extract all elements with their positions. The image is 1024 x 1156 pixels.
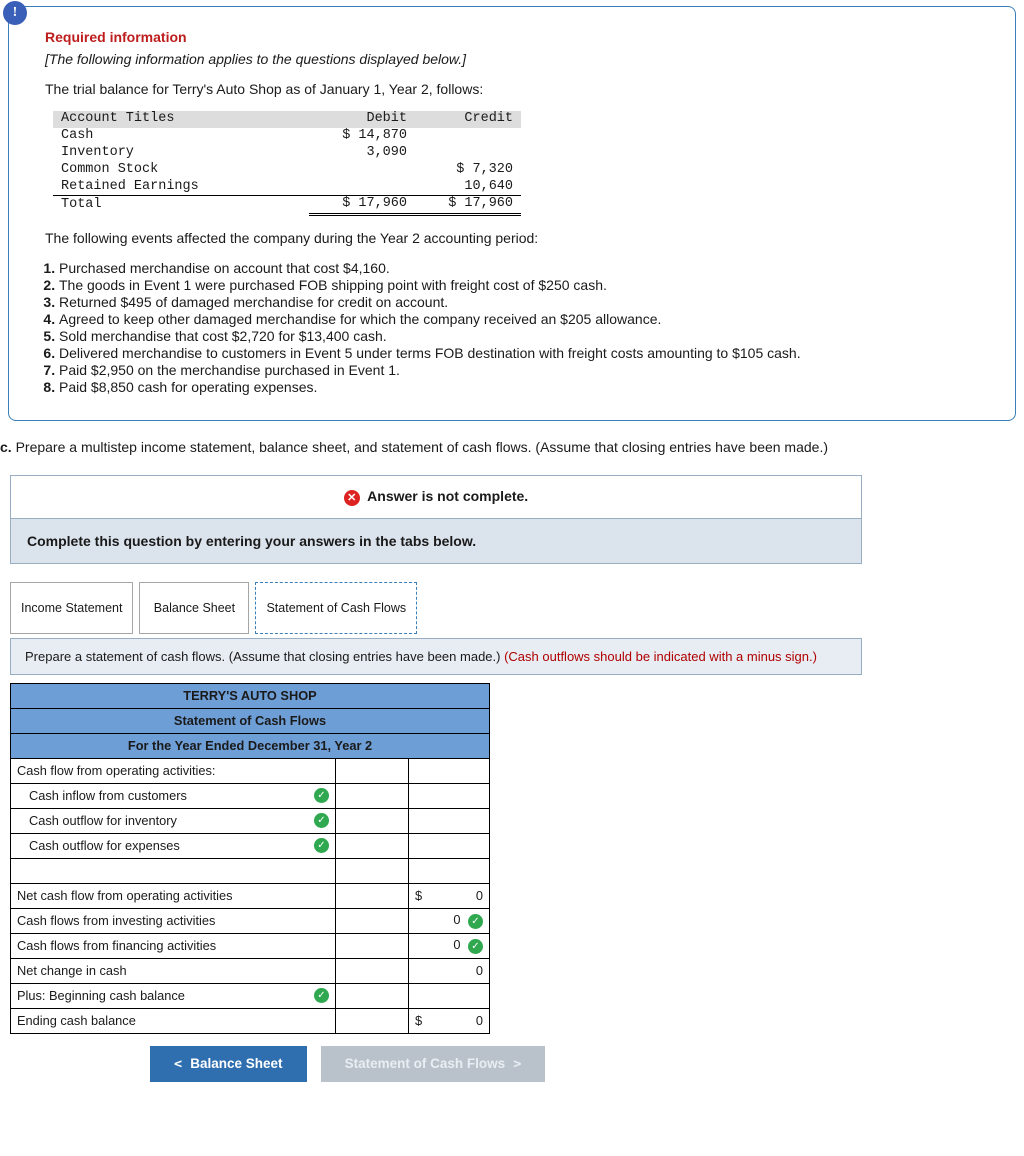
cell-empty[interactable] bbox=[336, 758, 409, 783]
cash-flows-table: TERRY'S AUTO SHOP Statement of Cash Flow… bbox=[10, 683, 490, 1034]
row-op-activities: Cash flow from operating activities: bbox=[11, 758, 336, 783]
tb-head-credit: Credit bbox=[415, 111, 521, 128]
cell-empty[interactable] bbox=[409, 758, 490, 783]
cell-empty[interactable] bbox=[336, 883, 409, 908]
tb-acct: Retained Earnings bbox=[53, 179, 309, 196]
event-item: The goods in Event 1 were purchased FOB … bbox=[59, 277, 979, 293]
tb-credit: $ 7,320 bbox=[415, 162, 521, 179]
cell-empty[interactable] bbox=[336, 958, 409, 983]
cell-input[interactable] bbox=[336, 808, 409, 833]
row-investing: Cash flows from investing activities bbox=[11, 908, 336, 933]
stmt-subtitle: Statement of Cash Flows bbox=[11, 708, 490, 733]
trial-balance-table: Account Titles Debit Credit Cash$ 14,870… bbox=[53, 111, 521, 216]
tab-income-statement[interactable]: Income Statement bbox=[10, 582, 133, 634]
tb-head-debit: Debit bbox=[309, 111, 415, 128]
tb-total-credit: $ 17,960 bbox=[415, 196, 521, 215]
check-icon: ✓ bbox=[314, 788, 329, 803]
row-net-op-cash: Net cash flow from operating activities bbox=[11, 883, 336, 908]
event-item: Agreed to keep other damaged merchandise… bbox=[59, 311, 979, 327]
required-heading: Required information bbox=[45, 29, 979, 45]
cell-input[interactable] bbox=[409, 983, 490, 1008]
check-icon: ✓ bbox=[468, 914, 483, 929]
cell-empty[interactable] bbox=[409, 833, 490, 858]
required-info-card: ! Required information [The following in… bbox=[8, 6, 1016, 421]
check-icon: ✓ bbox=[314, 838, 329, 853]
event-item: Paid $2,950 on the merchandise purchased… bbox=[59, 362, 979, 378]
row-blank[interactable] bbox=[11, 858, 336, 883]
tb-debit bbox=[309, 162, 415, 179]
cell-empty[interactable] bbox=[336, 933, 409, 958]
tab-statement-of-cash-flows[interactable]: Statement of Cash Flows bbox=[255, 582, 417, 634]
cell-total[interactable]: 0 ✓ bbox=[409, 933, 490, 958]
row-cash-outflow-inventory[interactable]: Cash outflow for inventory✓ bbox=[11, 808, 336, 833]
prev-tab-button[interactable]: < Balance Sheet bbox=[150, 1046, 307, 1082]
tb-debit: $ 14,870 bbox=[309, 128, 415, 145]
event-item: Purchased merchandise on account that co… bbox=[59, 260, 979, 276]
stmt-period: For the Year Ended December 31, Year 2 bbox=[11, 733, 490, 758]
part-c-prompt: c. Prepare a multistep income statement,… bbox=[0, 439, 1016, 455]
cell-total: 0 bbox=[409, 958, 490, 983]
tb-credit: 10,640 bbox=[415, 179, 521, 196]
event-item: Paid $8,850 cash for operating expenses. bbox=[59, 379, 979, 395]
cell-total: $0 bbox=[409, 1008, 490, 1033]
events-list: Purchased merchandise on account that co… bbox=[45, 260, 979, 395]
instruction-hint: (Cash outflows should be indicated with … bbox=[504, 649, 817, 664]
chevron-left-icon: < bbox=[174, 1056, 190, 1072]
cell-empty[interactable] bbox=[409, 808, 490, 833]
cell-empty[interactable] bbox=[336, 983, 409, 1008]
instruction-text: Prepare a statement of cash flows. (Assu… bbox=[25, 649, 504, 664]
tb-credit bbox=[415, 145, 521, 162]
cell-empty[interactable] bbox=[409, 858, 490, 883]
stmt-title: TERRY'S AUTO SHOP bbox=[11, 683, 490, 708]
check-icon: ✓ bbox=[314, 813, 329, 828]
row-financing: Cash flows from financing activities bbox=[11, 933, 336, 958]
cell-input[interactable] bbox=[336, 858, 409, 883]
tb-total-debit: $ 17,960 bbox=[309, 196, 415, 215]
part-c-label: c. bbox=[0, 439, 12, 455]
info-icon: ! bbox=[3, 1, 27, 25]
panel-instruction: Complete this question by entering your … bbox=[11, 519, 861, 563]
cell-total[interactable]: 0 ✓ bbox=[409, 908, 490, 933]
chevron-right-icon: > bbox=[505, 1056, 521, 1072]
cell-input[interactable] bbox=[336, 783, 409, 808]
cell-empty[interactable] bbox=[336, 908, 409, 933]
row-beginning-cash[interactable]: Plus: Beginning cash balance✓ bbox=[11, 983, 336, 1008]
row-net-change: Net change in cash bbox=[11, 958, 336, 983]
applies-note: [The following information applies to th… bbox=[45, 51, 979, 67]
answer-panel: ✕ Answer is not complete. Complete this … bbox=[10, 475, 862, 563]
answer-status-banner: ✕ Answer is not complete. bbox=[11, 476, 861, 518]
answer-status-text: Answer is not complete. bbox=[367, 488, 528, 504]
tb-debit: 3,090 bbox=[309, 145, 415, 162]
row-cash-outflow-expenses[interactable]: Cash outflow for expenses✓ bbox=[11, 833, 336, 858]
tb-credit bbox=[415, 128, 521, 145]
cell-empty[interactable] bbox=[409, 783, 490, 808]
cell-total: $0 bbox=[409, 883, 490, 908]
tb-acct: Cash bbox=[53, 128, 309, 145]
check-icon: ✓ bbox=[468, 939, 483, 954]
event-item: Sold merchandise that cost $2,720 for $1… bbox=[59, 328, 979, 344]
tab-bar: Income Statement Balance Sheet Statement… bbox=[10, 582, 1024, 634]
cell-input[interactable] bbox=[336, 833, 409, 858]
part-c-text: Prepare a multistep income statement, ba… bbox=[16, 439, 828, 455]
event-item: Delivered merchandise to customers in Ev… bbox=[59, 345, 979, 361]
cell-empty[interactable] bbox=[336, 1008, 409, 1033]
row-cash-inflow-customers[interactable]: Cash inflow from customers✓ bbox=[11, 783, 336, 808]
row-ending-cash: Ending cash balance bbox=[11, 1008, 336, 1033]
events-intro: The following events affected the compan… bbox=[45, 230, 979, 246]
event-item: Returned $495 of damaged merchandise for… bbox=[59, 294, 979, 310]
tb-acct: Common Stock bbox=[53, 162, 309, 179]
tb-head-acct: Account Titles bbox=[53, 111, 309, 128]
tab-balance-sheet[interactable]: Balance Sheet bbox=[139, 582, 249, 634]
check-icon: ✓ bbox=[314, 988, 329, 1003]
tab-instruction: Prepare a statement of cash flows. (Assu… bbox=[10, 638, 862, 675]
error-icon: ✕ bbox=[344, 490, 360, 506]
tb-total-label: Total bbox=[53, 196, 309, 215]
tb-acct: Inventory bbox=[53, 145, 309, 162]
intro-text: The trial balance for Terry's Auto Shop … bbox=[45, 81, 979, 97]
next-tab-button[interactable]: Statement of Cash Flows > bbox=[321, 1046, 546, 1082]
tb-debit bbox=[309, 179, 415, 196]
tab-nav-buttons: < Balance Sheet Statement of Cash Flows … bbox=[150, 1046, 1024, 1082]
